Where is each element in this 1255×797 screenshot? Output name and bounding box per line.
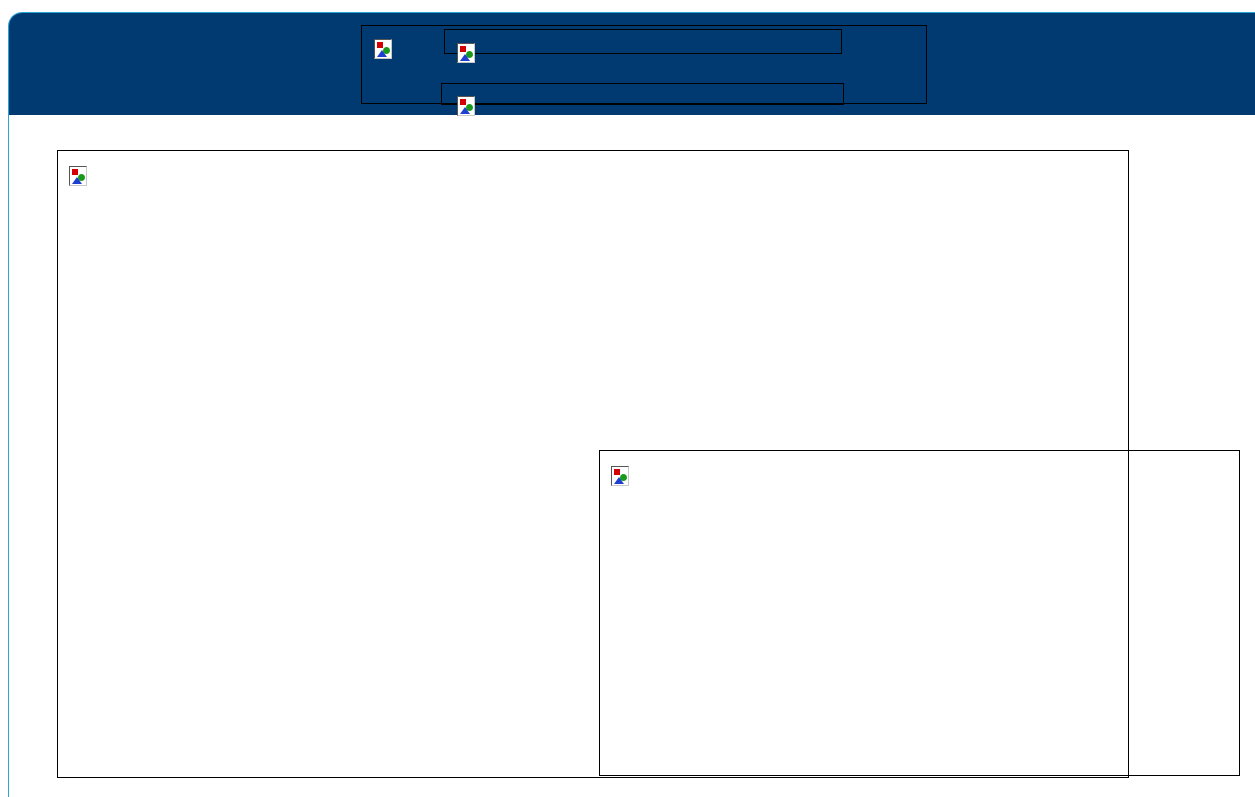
overlay-broken-image-icon [611, 466, 629, 486]
nav-bottom-broken-image-icon [457, 96, 475, 116]
header-banner [9, 13, 1255, 116]
nav-bar-top[interactable] [444, 29, 842, 54]
page-frame [8, 12, 1255, 797]
main-broken-image-icon [69, 166, 87, 186]
logo-broken-image-icon[interactable] [374, 39, 392, 59]
nav-bar-bottom[interactable] [441, 83, 844, 105]
overlay-image-panel [599, 450, 1240, 776]
nav-top-broken-image-icon [457, 43, 475, 63]
